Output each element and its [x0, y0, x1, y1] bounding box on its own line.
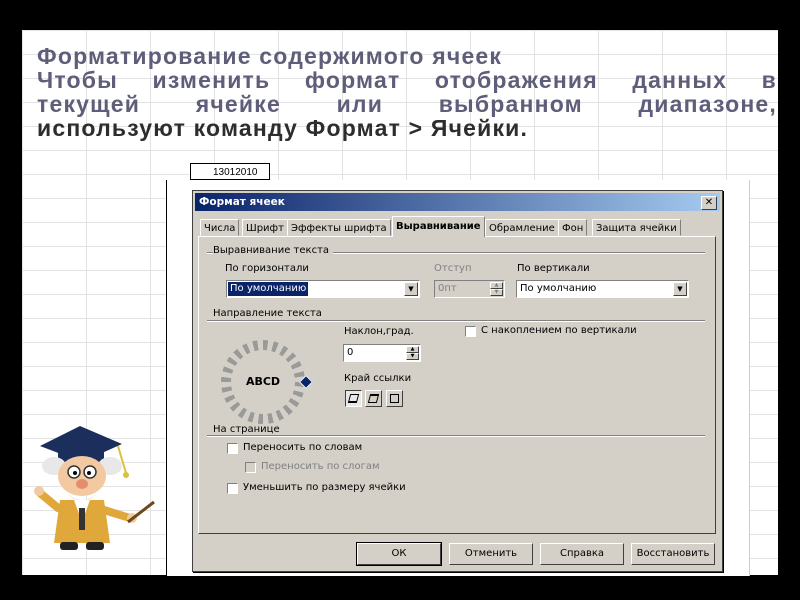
stacked-vertical-checkbox[interactable] [465, 326, 476, 337]
wrap-words-label: Переносить по словам [243, 442, 363, 453]
vertical-alignment-select[interactable]: По умолчанию ▼ [516, 280, 689, 298]
slide-title: Форматирование содержимого ячеек Чтобы и… [37, 44, 777, 141]
vertical-value: По умолчанию [520, 283, 597, 294]
dial-text: ABCD [245, 375, 281, 388]
edge-bottom-icon [347, 394, 360, 403]
dialog-titlebar[interactable]: Формат ячеек ✕ [195, 193, 720, 211]
spin-down-icon[interactable]: ▼ [406, 353, 419, 360]
tab-alignment[interactable]: Выравнивание [392, 216, 485, 237]
close-button[interactable]: ✕ [701, 196, 717, 210]
hyphenation-label: Переносить по слогам [261, 461, 380, 472]
close-icon: ✕ [704, 197, 714, 208]
cell-reference-box[interactable]: 13012010 [190, 163, 270, 180]
tab-numbers[interactable]: Числа [200, 219, 240, 236]
slide: Форматирование содержимого ячеек Чтобы и… [0, 0, 800, 600]
format-cells-dialog: Формат ячеек ✕ Числа Шрифт Эффекты шрифт… [192, 190, 723, 572]
slide-text-line-2: текущей ячейке или выбранном диапазоне, [37, 91, 777, 118]
dial-center: ABCD [231, 350, 295, 414]
reset-button[interactable]: Восстановить [631, 543, 715, 565]
indent-value: 0пт [438, 283, 457, 294]
horizontal-value: По умолчанию [226, 281, 310, 297]
chevron-down-icon[interactable]: ▼ [673, 282, 687, 296]
spin-down-icon[interactable]: ▼ [490, 289, 503, 296]
edge-inside-icon [390, 394, 399, 403]
cancel-button[interactable]: Отменить [449, 543, 533, 565]
hyphenation-checkbox[interactable] [245, 462, 256, 473]
tab-borders[interactable]: Обрамление [485, 219, 559, 236]
help-button[interactable]: Справка [540, 543, 624, 565]
text-direction-group-label: Направление текста [213, 308, 326, 319]
rotation-dial[interactable]: ABCD [221, 340, 314, 424]
shrink-to-fit-checkbox[interactable] [227, 483, 238, 494]
spin-up-icon[interactable]: ▲ [490, 282, 503, 289]
tab-font-effects[interactable]: Эффекты шрифта [287, 219, 391, 236]
edge-inside-button[interactable] [386, 390, 403, 407]
edge-top-button[interactable] [365, 390, 382, 407]
professor-illustration [34, 426, 155, 550]
stacked-vertical-label: С накоплением по вертикали [481, 325, 637, 336]
tab-background[interactable]: Фон [558, 219, 588, 236]
edge-top-icon [367, 394, 380, 403]
slide-heading: Форматирование содержимого ячеек [37, 43, 503, 69]
tab-cell-protection[interactable]: Защита ячейки [592, 219, 681, 236]
angle-spinner[interactable]: 0 ▲ ▼ [343, 344, 421, 362]
shrink-to-fit-label: Уменьшить по размеру ячейки [243, 482, 406, 493]
indent-spinner[interactable]: 0пт ▲ ▼ [434, 280, 505, 298]
indent-label: Отступ [434, 263, 472, 274]
horizontal-label: По горизонтали [225, 263, 309, 274]
edge-bottom-button[interactable] [345, 390, 362, 407]
ok-button[interactable]: ОК [356, 542, 442, 566]
reference-edge-label: Край ссылки [344, 373, 412, 384]
spin-up-icon[interactable]: ▲ [406, 346, 419, 353]
text-alignment-group-label: Выравнивание текста [213, 245, 334, 256]
slide-text-line-1: Чтобы изменить формат отображения данных… [37, 67, 777, 94]
chevron-down-icon[interactable]: ▼ [404, 282, 418, 296]
on-page-group-label: На странице [213, 424, 284, 435]
group-divider [207, 435, 705, 437]
dialog-title: Формат ячеек [199, 196, 285, 208]
horizontal-alignment-select[interactable]: По умолчанию ▼ [226, 280, 420, 298]
group-divider [207, 320, 705, 322]
slide-text-line-3: используют команду Формат > Ячейки. [37, 115, 529, 142]
vertical-label: По вертикали [517, 263, 590, 274]
angle-value: 0 [347, 347, 354, 358]
angle-label: Наклон,град. [344, 326, 414, 337]
tab-font[interactable]: Шрифт [242, 219, 288, 236]
wrap-words-checkbox[interactable] [227, 443, 238, 454]
